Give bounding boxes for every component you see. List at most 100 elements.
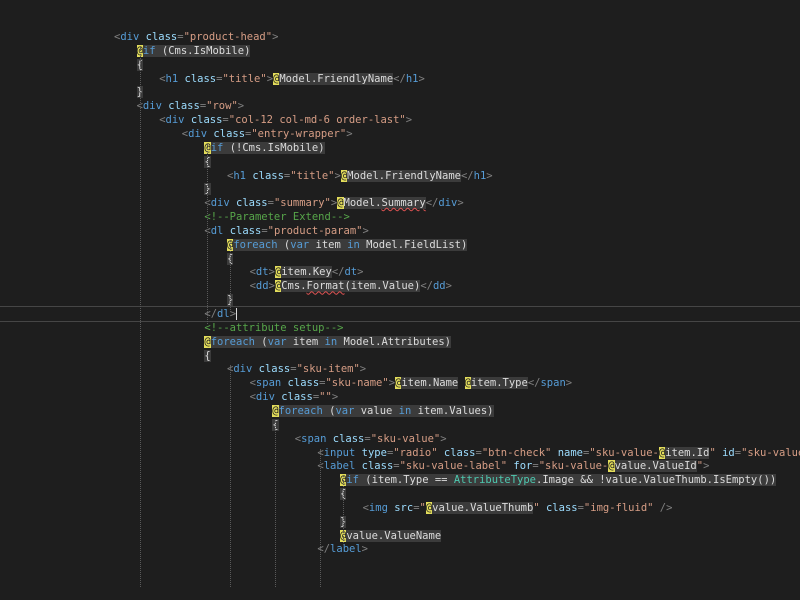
code-token: > xyxy=(445,280,452,293)
code-token: class xyxy=(252,169,284,182)
code-token: > xyxy=(359,363,367,376)
code-token: h1 xyxy=(165,72,179,85)
code-token: label xyxy=(330,543,362,556)
code-line[interactable]: <!--Parameter Extend--> xyxy=(204,210,349,224)
code-token: <!--attribute setup--> xyxy=(204,321,344,334)
code-token: (!Cms.IsMobile) xyxy=(223,141,325,154)
code-token: class xyxy=(236,197,268,210)
code-token: "sku-value- xyxy=(741,446,800,459)
code-line[interactable]: <img src="@value.ValueThumb" class="img-… xyxy=(363,501,672,515)
code-line[interactable]: @foreach (var value in item.Values) xyxy=(272,404,494,418)
code-token: h1 xyxy=(473,169,487,182)
code-token: "sku-item" xyxy=(296,363,360,376)
code-token: name xyxy=(557,446,583,459)
indent-guide xyxy=(320,448,322,587)
code-token: "img-fluid" xyxy=(583,501,654,514)
code-token: > xyxy=(440,432,447,445)
code-line[interactable]: @value.ValueName xyxy=(340,529,442,543)
code-token: Format xyxy=(306,280,345,293)
code-token: Summary xyxy=(381,197,426,210)
code-token: class xyxy=(361,460,394,473)
code-line[interactable]: <dl class="product-param"> xyxy=(204,224,368,238)
code-line[interactable]: <dt>@item.Key</dt> xyxy=(250,265,363,279)
code-token: span xyxy=(301,432,327,445)
code-token: (Cms.IsMobile) xyxy=(155,44,251,57)
code-token: type xyxy=(361,446,387,459)
code-token: "btn-check" xyxy=(481,446,552,459)
code-token: Model. xyxy=(343,197,382,210)
code-token: in xyxy=(347,238,360,251)
code-line[interactable]: @if (Cms.IsMobile) xyxy=(136,44,251,58)
code-line[interactable]: <div class="row"> xyxy=(137,99,245,113)
code-token: Cms. xyxy=(281,280,307,293)
code-token: class xyxy=(145,31,178,43)
code-token: src xyxy=(394,501,414,514)
code-token: ( xyxy=(277,238,291,251)
code-token: div xyxy=(165,114,185,127)
code-token: class xyxy=(168,100,200,113)
indent-guide xyxy=(207,143,209,324)
code-token: class xyxy=(213,127,246,140)
code-token: class xyxy=(545,501,578,514)
code-token: > xyxy=(486,169,493,182)
code-token: class xyxy=(332,432,365,445)
code-token: item.Type xyxy=(470,377,528,390)
indent-guide xyxy=(230,240,231,310)
code-token: class xyxy=(190,114,223,127)
code-line[interactable]: <div class="entry-wrapper"> xyxy=(182,127,353,141)
code-token: "radio" xyxy=(393,446,438,459)
code-token: Model.FriendlyName xyxy=(279,72,394,85)
code-token: "sku-name" xyxy=(325,377,389,390)
code-token: "row" xyxy=(206,100,238,113)
code-line[interactable]: <h1 class="title">@Model.FriendlyName</h… xyxy=(227,169,493,183)
code-token: span xyxy=(255,377,282,390)
code-token: h1 xyxy=(233,169,246,182)
code-line[interactable]: <input type="radio" class="btn-check" na… xyxy=(317,446,800,460)
code-line[interactable]: @foreach (var item in Model.Attributes) xyxy=(204,335,451,349)
code-token: if xyxy=(210,141,224,154)
code-token: in xyxy=(398,404,412,417)
code-token: if xyxy=(346,474,359,487)
code-token: dl xyxy=(217,308,230,320)
indent-guide xyxy=(343,476,344,546)
indent-guide xyxy=(230,365,231,587)
code-token: div xyxy=(188,127,208,140)
code-token: > xyxy=(268,280,275,293)
code-token: " xyxy=(419,501,426,514)
code-token: <!--Parameter Extend--> xyxy=(204,211,350,224)
code-line[interactable]: <dd>@Cms.Format(item.Value)</dd> xyxy=(250,279,452,293)
code-line[interactable]: <h1 class="title">@Model.FriendlyName</h… xyxy=(159,72,425,86)
code-token: "sku-value" xyxy=(370,432,441,445)
code-token: .Image && !value.ValueThumb.IsEmpty()) xyxy=(536,474,777,487)
code-token: div xyxy=(438,197,458,210)
code-token: > xyxy=(237,100,245,113)
code-line[interactable]: <label class="sku-value-label" for="sku-… xyxy=(317,459,709,473)
code-token: </ xyxy=(425,197,439,210)
code-line[interactable]: <div class="col-12 col-md-6 order-last"> xyxy=(159,113,412,127)
code-line[interactable]: @foreach (var item in Model.FieldList) xyxy=(227,238,468,252)
code-line[interactable]: <div class="product-head"> xyxy=(114,30,278,44)
code-token: ( xyxy=(254,335,268,348)
code-editor[interactable]: <div class="product-head"> @if (Cms.IsMob… xyxy=(0,0,800,600)
code-line[interactable]: @if (item.Type == AttributeType.Image &&… xyxy=(340,473,777,487)
code-token: > xyxy=(362,224,369,237)
code-line[interactable]: <!--attribute setup--> xyxy=(204,321,343,335)
code-token: @ xyxy=(204,335,211,348)
code-token: (item.Type == xyxy=(358,474,454,487)
code-line[interactable]: @if (!Cms.IsMobile) xyxy=(204,141,325,155)
code-line[interactable]: <div class="summary">@Model.Summary</div… xyxy=(204,196,464,210)
code-token: "summary" xyxy=(273,197,331,210)
code-token: div xyxy=(210,197,230,210)
code-line[interactable]: <span class="sku-name">@item.Name @item.… xyxy=(250,376,572,390)
code-token: Model.FriendlyName xyxy=(347,169,461,182)
code-token: foreach xyxy=(233,238,278,251)
code-token: class xyxy=(281,391,313,404)
code-line-current[interactable]: </dl> xyxy=(0,306,800,322)
code-line[interactable]: { xyxy=(204,349,211,363)
code-line[interactable]: <span class="sku-value"> xyxy=(295,432,447,446)
code-token: </ xyxy=(420,280,433,293)
code-line[interactable]: <div class=""> xyxy=(250,390,339,404)
code-token: > xyxy=(457,197,464,210)
code-line[interactable]: <div class="sku-item"> xyxy=(227,362,366,376)
